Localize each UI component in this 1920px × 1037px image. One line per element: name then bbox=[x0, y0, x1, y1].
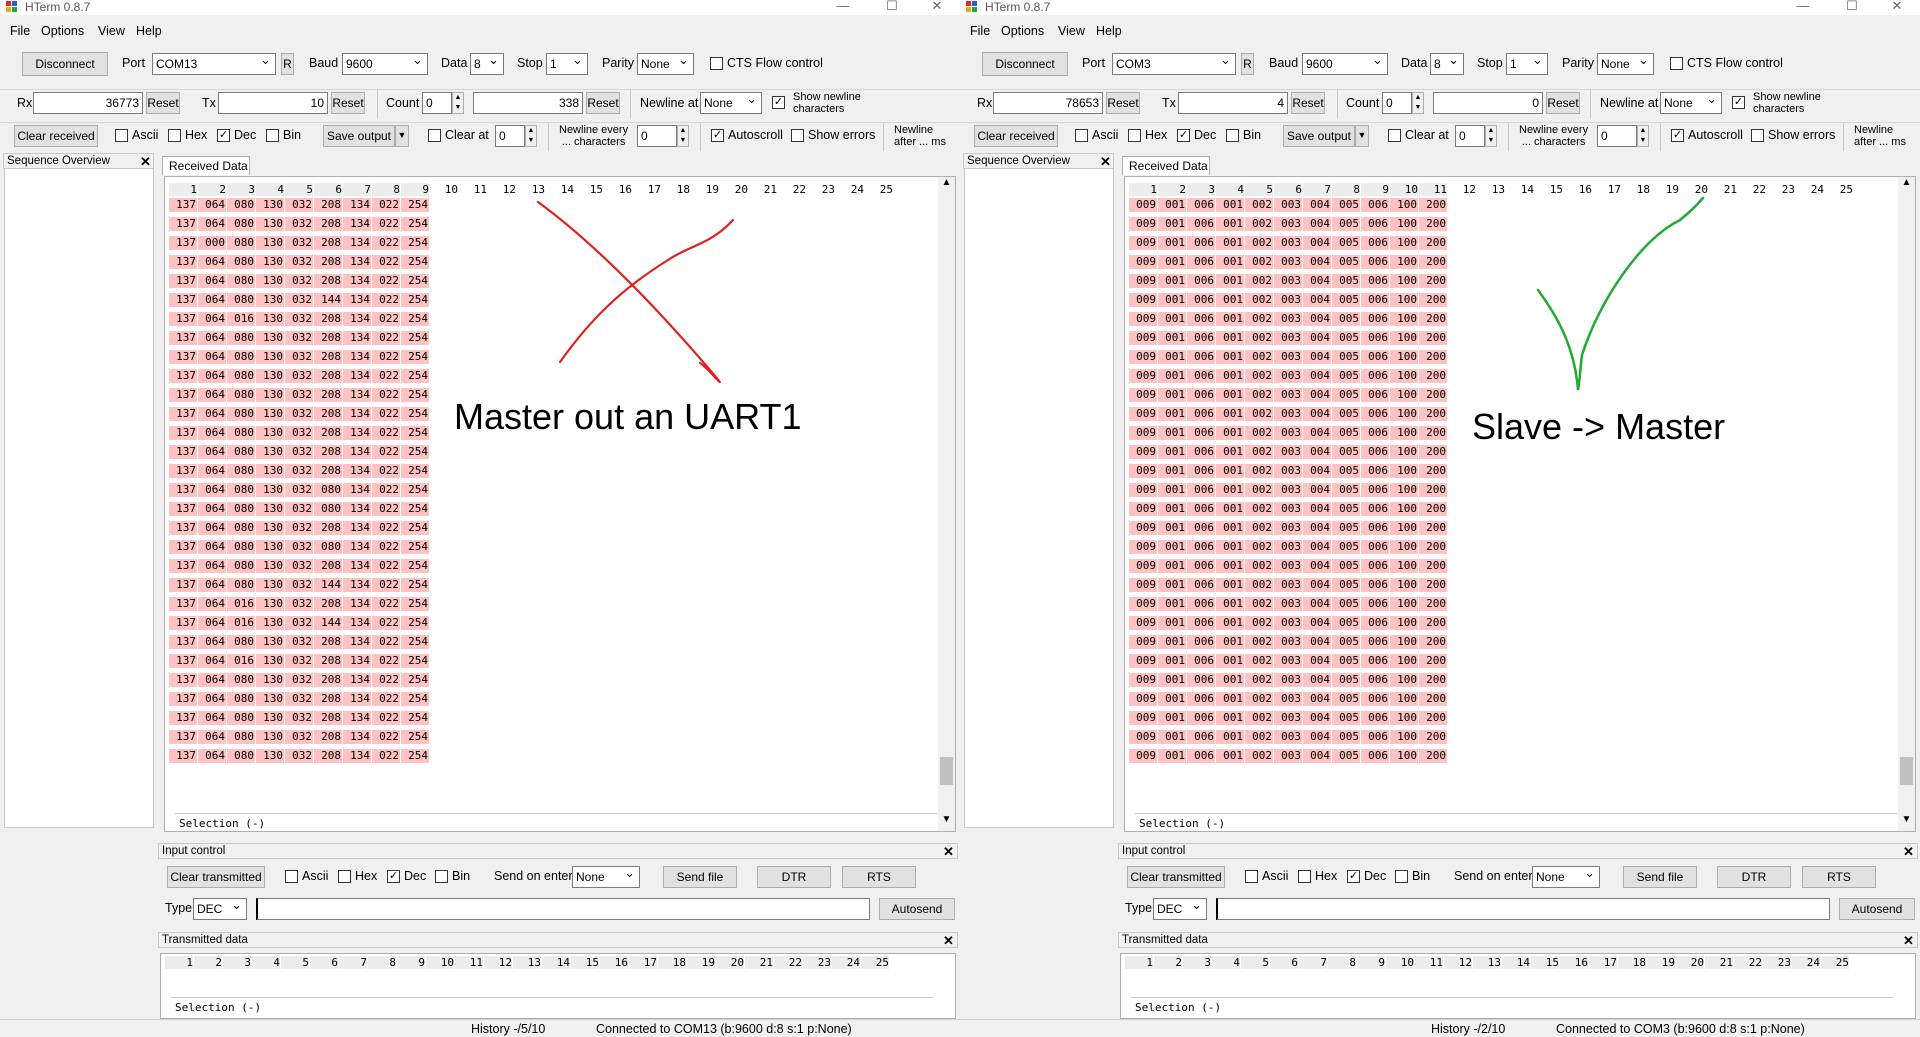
green-check-mark bbox=[1536, 196, 1705, 391]
annotation-master: Master out an UART1 bbox=[454, 396, 802, 437]
red-cross-mark bbox=[536, 200, 735, 384]
annotation-slave: Slave -> Master bbox=[1472, 406, 1726, 447]
annotation-layer bbox=[536, 196, 1705, 391]
